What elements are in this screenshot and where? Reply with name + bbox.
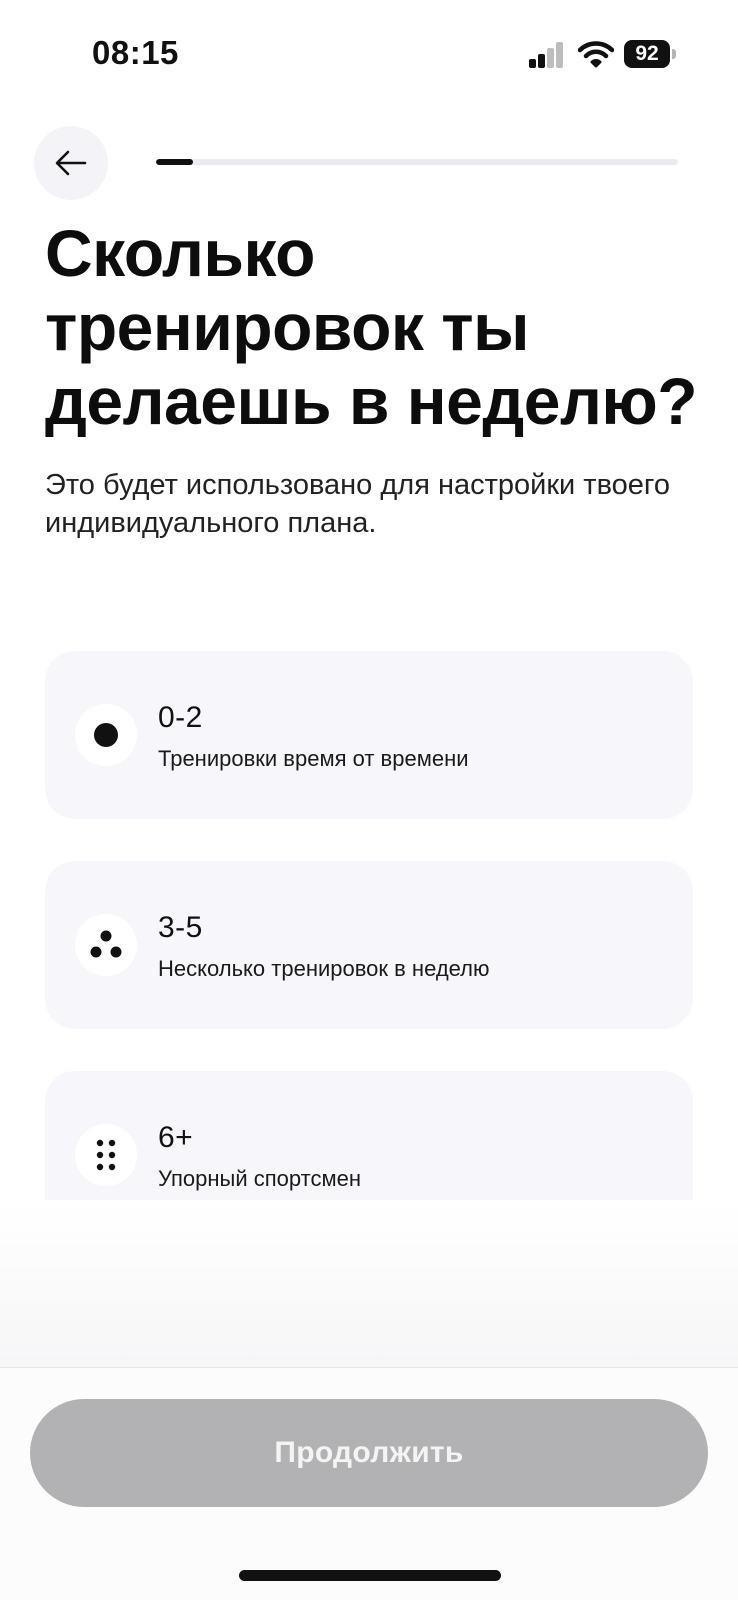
back-button[interactable] xyxy=(34,126,108,200)
battery-icon: 92 xyxy=(624,40,670,68)
six-dots-icon xyxy=(75,1124,137,1186)
page-title: Сколько тренировок ты делаешь в неделю? xyxy=(45,216,698,438)
option-value: 6+ xyxy=(158,1121,194,1154)
progress-bar xyxy=(156,159,678,165)
option-value: 0-2 xyxy=(158,701,203,734)
status-bar: 08:15 92 xyxy=(0,0,738,110)
battery-level: 92 xyxy=(635,42,659,65)
option-0-2[interactable]: 0-2 Тренировки время от времени xyxy=(45,651,693,819)
progress-bar-fill xyxy=(156,159,193,165)
wifi-icon xyxy=(577,40,615,68)
battery-cap xyxy=(672,49,676,59)
arrow-left-icon xyxy=(55,150,87,176)
option-description: Упорный спортсмен xyxy=(158,1166,361,1191)
option-3-5[interactable]: 3-5 Несколько тренировок в неделю xyxy=(45,861,693,1029)
continue-button[interactable]: Продолжить xyxy=(30,1399,708,1507)
three-dots-icon xyxy=(75,914,137,976)
bottom-fade xyxy=(0,1200,738,1368)
option-value: 3-5 xyxy=(158,911,203,944)
cellular-signal-icon xyxy=(529,42,565,68)
page-subtitle: Это будет использовано для настройки тво… xyxy=(45,469,670,539)
home-indicator xyxy=(239,1570,501,1581)
option-description: Несколько тренировок в неделю xyxy=(158,956,490,981)
option-description: Тренировки время от времени xyxy=(158,746,469,771)
one-dot-icon xyxy=(75,704,137,766)
onboarding-screen: 08:15 92 Сколько тренировок ты делаешь в… xyxy=(0,0,738,1600)
status-time: 08:15 xyxy=(92,34,179,71)
